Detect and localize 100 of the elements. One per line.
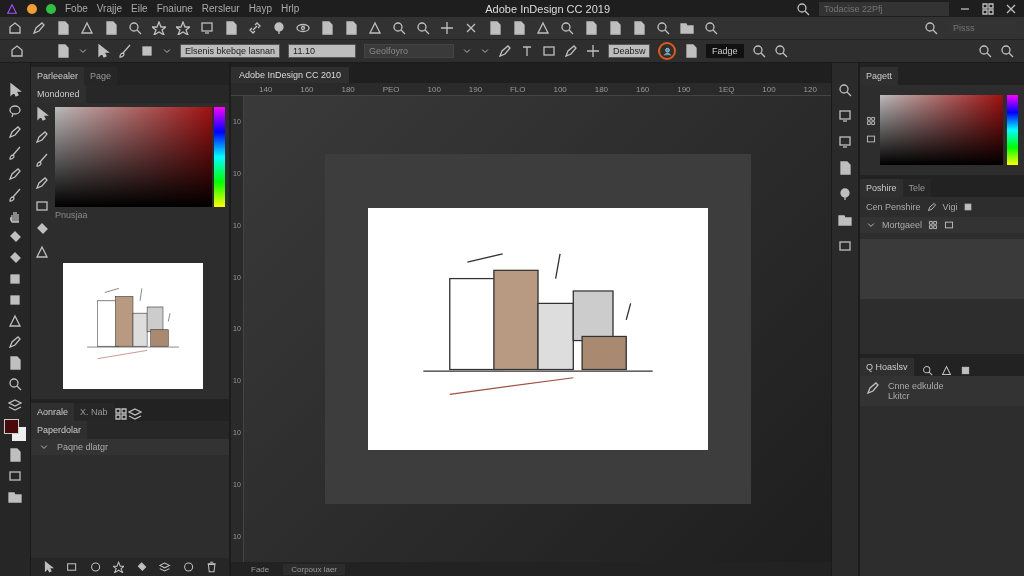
rectangle-icon[interactable] — [66, 561, 78, 573]
star-icon[interactable] — [112, 561, 124, 573]
trash-icon[interactable] — [205, 561, 217, 573]
brush-icon[interactable] — [118, 44, 132, 58]
monitor-icon[interactable] — [838, 135, 852, 149]
document-icon[interactable] — [632, 21, 646, 35]
search-icon[interactable] — [978, 44, 992, 58]
search-icon[interactable] — [392, 21, 406, 35]
document-icon[interactable] — [56, 21, 70, 35]
grid-icon[interactable] — [981, 1, 995, 16]
grid-icon[interactable] — [928, 220, 939, 230]
square-icon[interactable] — [8, 272, 22, 286]
pen-icon[interactable] — [564, 44, 579, 58]
search-icon[interactable] — [656, 21, 670, 35]
document-icon[interactable] — [224, 21, 238, 35]
pen-icon[interactable] — [32, 21, 46, 35]
document-icon[interactable] — [684, 44, 699, 58]
chevron-icon[interactable] — [480, 46, 491, 56]
search-icon[interactable] — [704, 21, 718, 35]
chevron-icon[interactable] — [866, 220, 876, 230]
color-gradient-field[interactable] — [880, 95, 1003, 165]
search-icon[interactable] — [751, 44, 766, 58]
grid-icon[interactable] — [113, 407, 128, 421]
color-gradient-field[interactable] — [55, 107, 212, 207]
home-icon[interactable] — [10, 44, 24, 58]
triangle-icon[interactable] — [8, 314, 22, 328]
monitor-icon[interactable] — [200, 21, 214, 35]
triangle-icon[interactable] — [536, 21, 550, 35]
layer-item[interactable]: Paqne dlatgr — [57, 442, 109, 452]
contact-icon[interactable] — [662, 46, 672, 56]
document-icon[interactable] — [488, 21, 502, 35]
search-icon[interactable] — [773, 44, 788, 58]
folder-icon[interactable] — [838, 213, 852, 227]
document-icon[interactable] — [344, 21, 358, 35]
pen-icon[interactable] — [35, 176, 49, 190]
fill-stroke-swatch[interactable] — [4, 419, 26, 441]
menu-item[interactable]: Eile — [131, 3, 148, 14]
font-field[interactable]: Elsenis bkebqe lasnan — [180, 44, 281, 58]
rectangle-icon[interactable] — [542, 44, 557, 58]
star-icon[interactable] — [152, 21, 166, 35]
panel-tab[interactable]: Aonrale — [31, 403, 75, 421]
document-tab[interactable]: Adobe InDesign CC 2010 — [231, 67, 350, 83]
fit-button[interactable]: Fadge — [706, 44, 744, 58]
selection-arrow-icon[interactable] — [43, 561, 55, 573]
triangle-icon[interactable] — [80, 21, 94, 35]
search-icon[interactable] — [921, 365, 933, 376]
selection-arrow-icon[interactable] — [8, 83, 22, 97]
folder-icon[interactable] — [680, 21, 694, 35]
search-icon[interactable] — [128, 21, 142, 35]
document-icon[interactable] — [104, 21, 118, 35]
search-icon[interactable] — [1000, 44, 1014, 58]
list-item[interactable]: Mortgaeel — [882, 220, 923, 230]
pen-icon[interactable] — [8, 167, 22, 181]
crosshair-icon[interactable] — [586, 44, 601, 58]
panel-tab[interactable]: Tele — [902, 179, 932, 197]
chevron-icon[interactable] — [39, 442, 49, 452]
document-icon[interactable] — [608, 21, 622, 35]
pen-icon[interactable] — [35, 130, 49, 144]
pen-icon[interactable] — [8, 125, 22, 139]
search-icon[interactable] — [796, 1, 810, 16]
circle-icon[interactable] — [182, 561, 194, 573]
brush-icon[interactable] — [8, 188, 22, 202]
document-icon[interactable] — [56, 44, 70, 58]
bulb-icon[interactable] — [838, 187, 852, 201]
panel-subtab[interactable]: Mondoned — [31, 85, 86, 103]
brush-icon[interactable] — [8, 146, 22, 160]
panel-tab[interactable]: Page — [84, 67, 118, 85]
size-field[interactable]: 11.10 — [288, 44, 357, 58]
grid-icon[interactable] — [866, 116, 876, 126]
menu-item[interactable]: Fnaiune — [156, 3, 193, 14]
document-icon[interactable] — [8, 356, 22, 370]
link-icon[interactable] — [248, 21, 262, 35]
square-icon[interactable] — [8, 293, 22, 307]
close-icon[interactable] — [464, 21, 478, 35]
square-icon[interactable] — [140, 44, 154, 58]
circle-icon[interactable] — [89, 561, 101, 573]
rectangle-icon[interactable] — [35, 199, 49, 213]
layers-icon[interactable] — [8, 398, 22, 412]
pen-icon[interactable] — [498, 44, 513, 58]
rectangle-icon[interactable] — [8, 469, 22, 483]
monitor-icon[interactable] — [838, 109, 852, 123]
panel-tab[interactable]: Pagett — [860, 67, 899, 85]
search-field[interactable]: Todacise 22Pfj — [819, 1, 949, 16]
chevron-icon[interactable] — [162, 46, 172, 56]
rectangle-icon[interactable] — [944, 220, 955, 230]
layer-dropdown[interactable]: Corpoux laer — [283, 563, 346, 575]
document-icon[interactable] — [512, 21, 526, 35]
panel-subtab[interactable]: Paperdolar — [31, 421, 88, 439]
search-icon[interactable] — [8, 377, 22, 391]
document-icon[interactable] — [838, 161, 852, 175]
layers-icon[interactable] — [159, 561, 171, 573]
search-icon[interactable] — [560, 21, 574, 35]
triangle-icon[interactable] — [35, 245, 49, 259]
panel-tab[interactable]: Q Hoaslsv — [860, 358, 914, 376]
pen-icon[interactable] — [926, 202, 937, 212]
panel-tab[interactable]: Poshire — [860, 179, 903, 197]
rectangle-icon[interactable] — [838, 239, 852, 253]
search-icon[interactable] — [416, 21, 430, 35]
panel-tab[interactable]: X. Nab — [74, 403, 114, 421]
lasso-icon[interactable] — [8, 104, 22, 118]
